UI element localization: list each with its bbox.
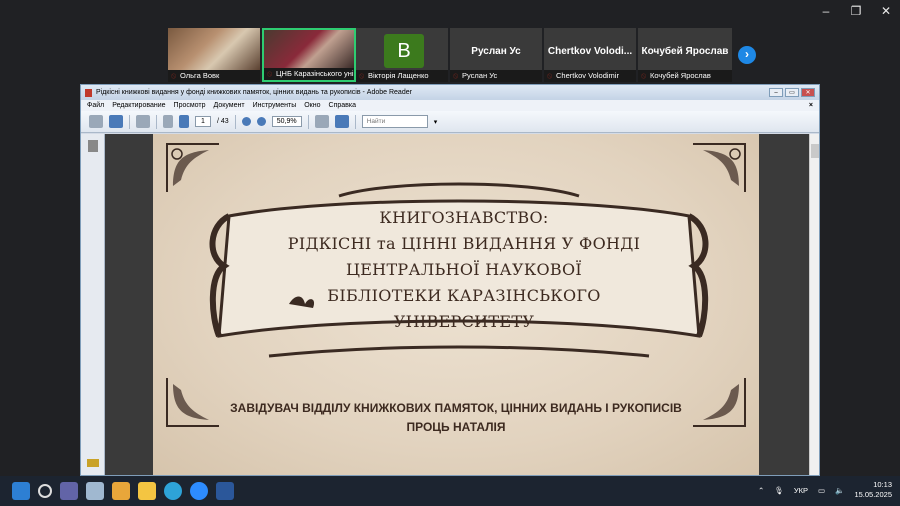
clock[interactable]: 10:13 15.05.2025	[854, 480, 892, 500]
pages-panel-icon[interactable]	[88, 140, 98, 152]
word-icon[interactable]	[216, 482, 234, 500]
toolbar-separator	[307, 114, 309, 129]
slide-title-line: УНІВЕРСИТЕТУ	[393, 312, 535, 331]
search-icon[interactable]	[38, 484, 52, 498]
participant-name: Руслан Ус	[450, 70, 542, 82]
slide-title: КНИГОЗНАВСТВО: РІДКІСНІ та ЦІННІ ВИДАННЯ…	[249, 205, 679, 335]
participant-video	[264, 30, 354, 68]
document-area: КНИГОЗНАВСТВО: РІДКІСНІ та ЦІННІ ВИДАННЯ…	[81, 134, 819, 475]
hand-tool-icon[interactable]	[136, 115, 150, 128]
menu-file[interactable]: Файл	[87, 102, 104, 109]
file-explorer-icon[interactable]	[138, 482, 156, 500]
desktop: – ❐ ✕ ⦸ Ольга Вовк ⦸ ЦНБ Каразінського у…	[0, 0, 900, 506]
clock-time: 10:13	[873, 480, 892, 489]
navigation-pane	[81, 134, 105, 475]
network-icon[interactable]: ▭	[818, 486, 825, 495]
slide-subtitle-line: ПРОЦЬ НАТАЛІЯ	[406, 420, 506, 434]
participant-name: Кочубей Ярослав	[638, 70, 732, 82]
page-number-input[interactable]: 1	[195, 116, 211, 127]
menu-view[interactable]: Просмотр	[174, 102, 206, 109]
window-title: Рідкісні книжкові видання у фонді книжко…	[96, 89, 412, 96]
participant-tile[interactable]: Руслан Ус ⦸ Руслан Ус	[450, 28, 544, 82]
adobe-titlebar: Рідкісні книжкові видання у фонді книжко…	[81, 85, 819, 100]
window-controls: – ❐ ✕	[818, 4, 894, 18]
find-input[interactable]: Найти	[361, 115, 428, 128]
share-icon[interactable]	[109, 115, 123, 128]
menu-bar: Файл Редактирование Просмотр Документ Ин…	[81, 100, 819, 111]
next-participants-button[interactable]: ›	[738, 46, 756, 64]
slide-subtitle-line: ЗАВІДУВАЧ ВІДДІЛУ КНИЖКОВИХ ПАМЯТОК, ЦІН…	[230, 401, 682, 415]
volume-icon[interactable]: 🔈	[835, 486, 844, 495]
page-total: / 43	[217, 118, 229, 125]
vertical-scrollbar[interactable]	[809, 134, 819, 475]
menu-help[interactable]: Справка	[329, 102, 356, 109]
system-tray: ⌃ 🎙 УКР ▭ 🔈 10:13 15.05.2025	[758, 480, 892, 500]
document-close-icon[interactable]: ×	[809, 102, 813, 109]
toolbar-separator	[156, 114, 157, 129]
menu-window[interactable]: Окно	[304, 102, 320, 109]
taskbar: ⌃ 🎙 УКР ▭ 🔈 10:13 15.05.2025	[0, 476, 900, 506]
meet-app-icon[interactable]	[60, 482, 78, 500]
participant-video	[168, 28, 260, 70]
participant-name: Ольга Вовк	[168, 70, 260, 82]
start-icon[interactable]	[12, 482, 30, 500]
menu-edit[interactable]: Редактирование	[112, 102, 165, 109]
adobe-maximize-button[interactable]: ▭	[785, 88, 799, 97]
scrollbar-thumb[interactable]	[811, 144, 819, 158]
pdf-page: КНИГОЗНАВСТВО: РІДКІСНІ та ЦІННІ ВИДАННЯ…	[153, 134, 759, 475]
slide-subtitle: ЗАВІДУВАЧ ВІДДІЛУ КНИЖКОВИХ ПАМЯТОК, ЦІН…	[193, 399, 719, 437]
print-icon[interactable]	[89, 115, 103, 128]
previous-page-icon[interactable]	[163, 115, 173, 128]
zoom-app-icon[interactable]	[190, 482, 208, 500]
participant-name: ЦНБ Каразінського універ...	[264, 68, 354, 80]
clock-date: 15.05.2025	[854, 490, 892, 499]
adobe-window-controls: – ▭ ✕	[769, 88, 815, 97]
zoom-out-icon[interactable]	[241, 117, 251, 126]
find-dropdown-icon[interactable]: ▾	[434, 118, 438, 126]
toolbar-separator	[354, 114, 356, 129]
participant-display-name: Руслан Ус	[471, 46, 521, 57]
avatar: В	[384, 34, 424, 68]
zoom-select[interactable]: 50,9%	[271, 116, 302, 127]
toolbar-separator	[129, 114, 130, 129]
participant-tile-active[interactable]: ⦸ ЦНБ Каразінського універ...	[262, 28, 356, 82]
participant-name: Вікторія Лащенко	[356, 70, 448, 82]
restore-button[interactable]: ❐	[848, 4, 864, 18]
menu-tools[interactable]: Инструменты	[253, 102, 297, 109]
store-icon[interactable]	[112, 482, 130, 500]
minimize-button[interactable]: –	[818, 4, 834, 18]
pdf-icon	[85, 88, 92, 97]
participants-strip: ⦸ Ольга Вовк ⦸ ЦНБ Каразінського універ.…	[168, 28, 732, 82]
participant-tile[interactable]: Chertkov Volodi... ⦸ Chertkov Volodimir	[544, 28, 638, 82]
slide-title-line: ЦЕНТРАЛЬНОЇ НАУКОВОЇ	[345, 260, 583, 279]
microphone-icon[interactable]: 🎙	[774, 486, 784, 495]
adobe-reader-window: Рідкісні книжкові видання у фонді книжко…	[80, 84, 820, 476]
participant-display-name: Кочубей Ярослав	[641, 46, 729, 57]
full-screen-icon[interactable]	[334, 115, 349, 128]
notes-app-icon[interactable]	[86, 482, 104, 500]
menu-document[interactable]: Документ	[214, 102, 245, 109]
toolbar: 1 / 43 50,9% Найти ▾	[81, 111, 819, 133]
toolbar-separator	[234, 114, 236, 129]
zoom-in-icon[interactable]	[256, 117, 266, 126]
chevron-up-icon[interactable]: ⌃	[758, 486, 764, 495]
slide-title-line: КНИГОЗНАВСТВО:	[379, 208, 549, 227]
next-page-icon[interactable]	[179, 115, 189, 128]
fit-page-icon[interactable]	[314, 115, 329, 128]
adobe-minimize-button[interactable]: –	[769, 88, 783, 97]
slide-title-line: БІБЛІОТЕКИ КАРАЗІНСЬКОГО	[327, 286, 601, 305]
participant-tile[interactable]: ⦸ Ольга Вовк	[168, 28, 262, 82]
slide-title-line: РІДКІСНІ та ЦІННІ ВИДАННЯ У ФОНДІ	[287, 234, 641, 253]
comments-icon[interactable]	[87, 459, 99, 467]
language-indicator[interactable]: УКР	[794, 486, 808, 495]
close-button[interactable]: ✕	[878, 4, 894, 18]
participant-tile[interactable]: Кочубей Ярослав ⦸ Кочубей Ярослав	[638, 28, 732, 82]
edge-icon[interactable]	[164, 482, 182, 500]
adobe-close-button[interactable]: ✕	[801, 88, 815, 97]
participant-name: Chertkov Volodimir	[544, 70, 636, 82]
participant-tile[interactable]: В ⦸ Вікторія Лащенко	[356, 28, 450, 82]
participant-display-name: Chertkov Volodi...	[547, 46, 633, 57]
